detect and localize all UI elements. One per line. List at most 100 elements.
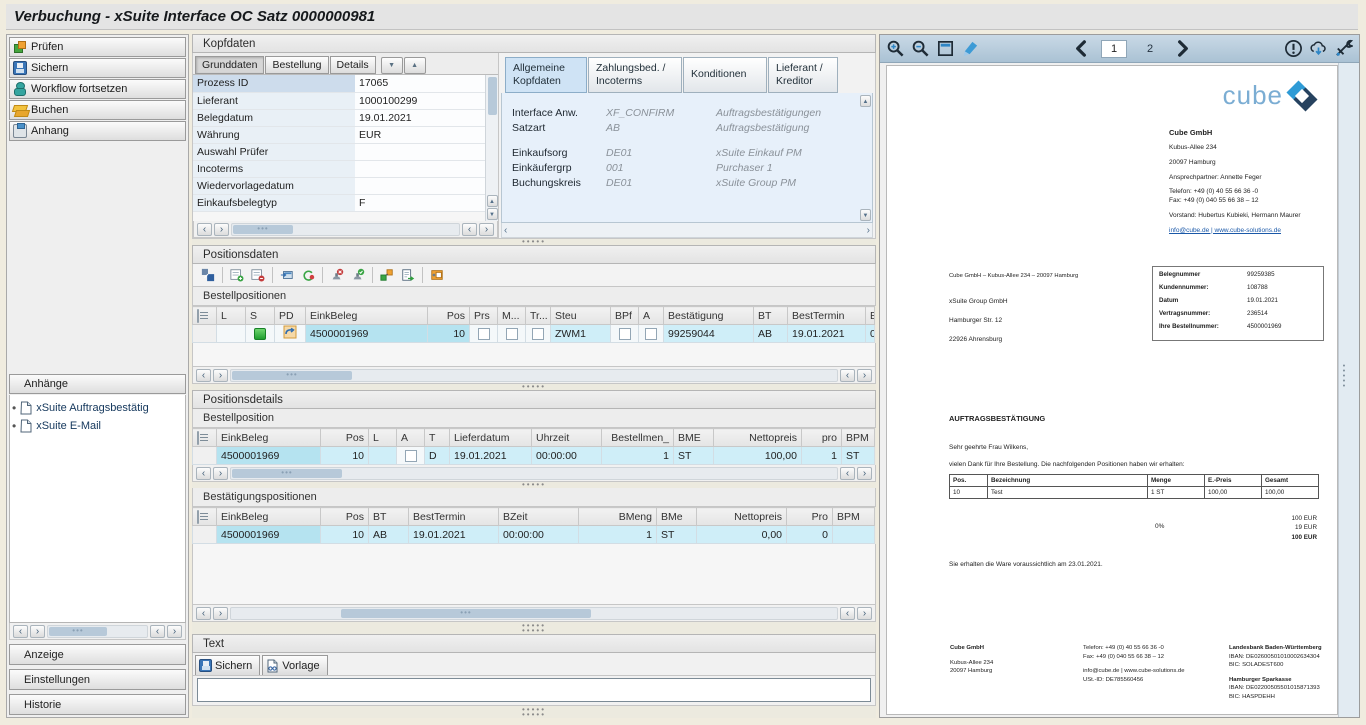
col-pos[interactable]: Pos [321,429,369,447]
detail-horizontal-scrollbar[interactable]: ‹ › [501,223,873,238]
col-bestaetigung[interactable]: Bestätigung [664,307,754,325]
cell-besttermin[interactable]: 19.01.2021 [788,325,866,343]
cell-m-checkbox[interactable] [498,325,526,343]
kopfdaten-vertical-scrollbar[interactable]: ▲ ▼ [485,75,498,221]
col-pro[interactable]: pro [802,429,842,447]
select-all-header[interactable] [193,307,217,325]
scroll-right-icon[interactable]: › [857,467,872,480]
zoom-out-icon[interactable] [911,39,930,58]
scroll-left-icon[interactable]: ‹ [197,223,212,236]
col-bpm[interactable]: BPM [833,508,875,526]
tab-bestellung[interactable]: Bestellung [265,56,328,74]
cell-a-checkbox[interactable] [397,447,425,465]
tab-allgemeine-kopfdaten[interactable]: Allgemeine Kopfdaten [505,57,587,93]
text-input[interactable] [197,678,871,702]
cell-bzeit[interactable]: 00:00:0 [866,325,875,343]
select-all-header[interactable] [193,429,217,447]
detail-vertical-scrollbar[interactable]: ▲ ▼ [859,93,872,222]
col-einkbeleg[interactable]: EinkBeleg [217,429,321,447]
col-bzeit[interactable]: BZeit [866,307,875,325]
checkbox-icon[interactable] [478,328,490,340]
cloud-download-icon[interactable] [1309,39,1328,58]
checkbox-icon[interactable] [619,328,631,340]
approve-icon[interactable] [349,266,367,284]
delete-row-icon[interactable] [249,266,267,284]
cell-bme[interactable]: ST [674,447,714,465]
next-page-label[interactable]: 2 [1137,43,1163,55]
cell-einkbeleg[interactable]: 4500001969 [306,325,428,343]
col-lieferdatum[interactable]: Lieferdatum [450,429,532,447]
fit-page-icon[interactable] [936,39,955,58]
kv-row-einkaufsbelegtyp[interactable]: EinkaufsbelegtypF [193,194,485,211]
col-nettopreis[interactable]: Nettopreis [697,508,787,526]
scroll-left-icon[interactable]: ‹ [196,607,211,620]
scroll-left-icon[interactable]: ‹ [13,625,28,638]
cell-nettopreis[interactable]: 0,00 [697,526,787,544]
scroll-right-icon[interactable]: › [213,467,228,480]
table-row[interactable]: 4500001969 10 AB 19.01.2021 00:00:00 1 S… [193,526,875,544]
tab-konditionen[interactable]: Konditionen [683,57,767,93]
next-page-icon[interactable] [1173,39,1192,58]
kv-row-prozess-id[interactable]: Prozess ID17065 [193,75,485,92]
workflow-fortsetzen-button[interactable]: Workflow fortsetzen [9,79,186,99]
col-bpm[interactable]: BPM [842,429,875,447]
cell-pro[interactable]: 1 [802,447,842,465]
col-steu[interactable]: Steu [551,307,611,325]
cell-bpm[interactable] [833,526,875,544]
row-selector[interactable] [193,325,217,343]
warning-info-icon[interactable] [1284,39,1303,58]
chevron-up-icon[interactable]: ▲ [404,57,426,74]
anhaenge-header-button[interactable]: Anhänge [9,374,186,394]
col-pd[interactable]: PD [275,307,306,325]
sichern-button[interactable]: Sichern [9,58,186,78]
cell-bestaetigung[interactable]: 99259044 [664,325,754,343]
scroll-left-icon[interactable]: ‹ [840,369,855,382]
checkbox-icon[interactable] [506,328,518,340]
cell-prs-checkbox[interactable] [470,325,498,343]
pruefen-button[interactable]: Prüfen [9,37,186,57]
display-document-icon[interactable] [428,266,446,284]
col-einkbeleg[interactable]: EinkBeleg [217,508,321,526]
text-vorlage-button[interactable]: Vorlage [262,655,327,675]
row-selector[interactable] [193,447,217,465]
cell-einkbeleg[interactable]: 4500001969 [217,447,321,465]
scroll-left-icon[interactable]: ‹ [150,625,165,638]
col-l[interactable]: L [369,429,397,447]
kv-row-lieferant[interactable]: Lieferant1000100299 [193,92,485,109]
col-bt[interactable]: BT [369,508,409,526]
col-bme[interactable]: BME [674,429,714,447]
anhang-button[interactable]: Anhang [9,121,186,141]
scroll-left-icon[interactable]: ‹ [840,467,855,480]
col-bme[interactable]: BMe [657,508,697,526]
col-besttermin[interactable]: BestTermin [409,508,499,526]
attachment-item-email[interactable]: • xSuite E-Mail [12,419,183,433]
col-t[interactable]: T [425,429,450,447]
cell-steu[interactable]: ZWM1 [551,325,611,343]
kv-row-incoterms[interactable]: Incoterms [193,160,485,177]
cell-nettopreis[interactable]: 100,00 [714,447,802,465]
historie-button[interactable]: Historie [9,694,186,715]
cell-pos[interactable]: 10 [321,526,369,544]
scroll-up-icon[interactable]: ▲ [860,95,871,107]
tab-zahlungsbed-incoterms[interactable]: Zahlungsbed. / Incoterms [588,57,682,93]
copy-position-icon[interactable] [278,266,296,284]
cell-bmeng[interactable]: 1 [579,526,657,544]
zoom-in-icon[interactable] [886,39,905,58]
scroll-right-icon[interactable]: › [857,607,872,620]
select-all-header[interactable] [193,508,217,526]
cell-status[interactable] [246,325,275,343]
col-nettopreis[interactable]: Nettopreis [714,429,802,447]
kv-row-auswahl-pruefer[interactable]: Auswahl Prüfer [193,143,485,160]
kv-row-waehrung[interactable]: WährungEUR [193,126,485,143]
sidebar-horizontal-scrollbar[interactable]: ‹ › ••• ‹ › [9,623,186,640]
cell-besttermin[interactable]: 19.01.2021 [409,526,499,544]
cell-l[interactable] [217,325,246,343]
scroll-right-icon[interactable]: › [479,223,494,236]
cell-bpf-checkbox[interactable] [611,325,639,343]
scroll-right-icon[interactable]: › [167,625,182,638]
table-row[interactable]: 4500001969 10 D 19.01.2021 00:00:00 1 ST… [193,447,875,465]
cell-bzeit[interactable]: 00:00:00 [499,526,579,544]
col-pos[interactable]: Pos [428,307,470,325]
cell-a-checkbox[interactable] [639,325,664,343]
highlighter-icon[interactable] [961,39,980,58]
